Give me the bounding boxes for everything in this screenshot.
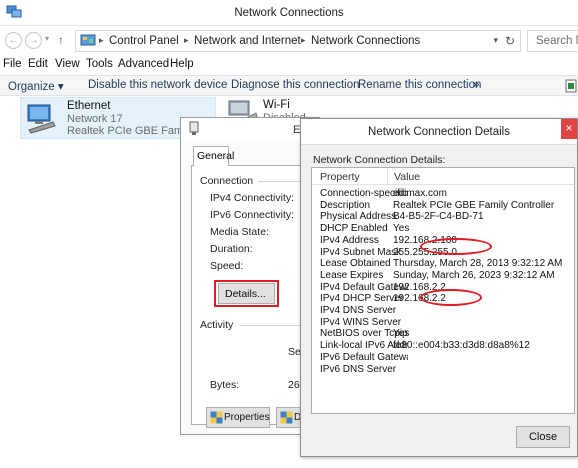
details-dialog-title-bar: Network Connection Details × [301,119,577,145]
value-cell: edimax.com [393,188,447,199]
value-cell: Yes [393,223,410,235]
address-bar[interactable]: ▸ Control Panel ▸ Network and Internet ▸… [75,30,521,52]
connection-group-label: Connection [200,175,254,187]
forward-button[interactable]: → [25,32,42,49]
menu-view[interactable]: View [55,58,80,70]
speed-label: Speed: [210,260,244,272]
diagnose-button[interactable]: Diagnose this connection [231,79,360,91]
table-row[interactable]: NetBIOS over Tcpip En...Yes [312,328,574,339]
breadcrumb-separator: ▸ [99,35,104,45]
search-placeholder: Search Ne [536,35,578,47]
bytes-label: Bytes: [210,379,240,391]
shield-icon [280,411,293,424]
media-state-label: Media State: [210,226,269,238]
menu-file[interactable]: File [3,58,22,70]
breadcrumb-control-panel[interactable]: Control Panel [109,35,179,47]
refresh-icon[interactable]: ↻ [505,34,515,48]
column-header-property[interactable]: Property [320,171,360,183]
tab-general-label: General [197,150,235,162]
value-cell: Yes [393,328,410,340]
organize-button[interactable]: Organize ▾ [8,79,64,93]
rename-button[interactable]: Rename this connection [358,79,481,91]
value-cell: Thursday, March 28, 2013 9:32:12 AM [393,258,563,270]
close-icon[interactable]: × [561,119,577,139]
column-header-value[interactable]: Value [394,171,420,183]
details-property-list[interactable]: Property Value Connection-specific DN...… [311,167,575,414]
status-dialog-icon [189,121,199,135]
back-button[interactable]: ← [5,32,22,49]
breadcrumb-network-connections[interactable]: Network Connections [311,35,420,47]
ipv4-connectivity-label: IPv4 Connectivity: [210,192,295,204]
more-commands-button[interactable]: » [473,79,479,91]
property-cell: IPv4 WINS Server [320,316,402,328]
details-dialog-title: Network Connection Details [368,126,510,138]
duration-label: Duration: [210,243,253,255]
details-button-label: Details... [225,288,266,300]
connection-details-dialog: Network Connection Details × Network Con… [300,118,578,457]
value-cell: Sunday, March 26, 2023 9:32:12 AM [393,269,555,281]
table-row[interactable]: Physical Address B4-B5-2F-C4-BD-71 [312,211,574,222]
command-bar: Organize ▾ Disable this network device D… [0,75,578,96]
breadcrumb-network-and-internet[interactable]: Network and Internet [194,35,301,47]
wifi-name[interactable]: Wi-Fi [263,99,290,111]
details-button[interactable]: Details... [218,283,275,304]
ethernet-network: Network 17 [67,113,123,125]
status-dialog-title-bar: Et [181,118,319,140]
details-list-label: Network Connection Details: [313,154,446,166]
value-cell: fe80::e004:b33:d3d8:d8a8%12 [393,340,530,352]
title-bar: Network Connections [0,0,578,26]
ethernet-status-dialog: Et General Connection IPv4 Connectivity:… [180,117,320,435]
properties-button-label: Properties [224,412,270,423]
address-row: ← → ▾ ↑ ▸ Control Panel ▸ Network and In… [0,27,578,55]
ethernet-name: Ethernet [67,100,111,112]
table-row[interactable]: Lease Obtained Thursday, March 28, 2013 9… [312,258,574,269]
table-row[interactable]: Lease Expires Sunday, March 26, 2023 9:32… [312,270,574,281]
window-title: Network Connections [234,7,344,19]
address-dropdown-icon[interactable]: ▾ [493,35,498,46]
activity-group-label: Activity [200,319,234,331]
close-button[interactable]: Close [516,426,570,448]
preview-pane-icon[interactable] [565,79,577,93]
menu-help[interactable]: Help [170,58,194,70]
table-row[interactable]: Connection-specific DN...edimax.com [312,188,574,199]
breadcrumb-separator: ▸ [184,35,189,45]
disable-device-button[interactable]: Disable this network device [88,79,227,91]
ethernet-adapter-icon [27,104,56,134]
property-cell: IPv4 DNS Server [320,305,397,316]
table-row[interactable]: IPv4 WINS Server [312,317,574,328]
table-row[interactable]: IPv6 Default Gateway [312,352,574,363]
details-list-header: Property Value [312,168,574,185]
breadcrumb-separator: ▸ [301,35,306,45]
gateway-highlight [420,289,482,306]
menu-tools[interactable]: Tools [86,58,113,70]
table-row[interactable]: Link-local IPv6 Addressfe80::e004:b33:d3… [312,340,574,351]
menu-edit[interactable]: Edit [28,58,48,70]
table-row[interactable]: Description Realtek PCIe GBE Family Contr… [312,200,574,211]
value-cell: Realtek PCIe GBE Family Controller [393,199,555,211]
shield-icon [210,411,223,424]
table-row[interactable]: DHCP Enabled Yes [312,223,574,234]
table-row[interactable]: IPv4 DNS Server [312,305,574,316]
property-cell: IPv6 DNS Server [320,363,397,375]
menu-advanced[interactable]: Advanced [118,58,169,70]
up-arrow-icon[interactable]: ↑ [58,33,64,47]
ipv6-connectivity-label: IPv6 Connectivity: [210,209,295,221]
ipv4-address-highlight [420,238,492,255]
recent-dropdown-icon[interactable]: ▾ [45,34,49,43]
control-panel-icon [80,34,96,46]
value-cell: B4-B5-2F-C4-BD-71 [393,211,484,223]
properties-button[interactable]: Properties [206,407,270,428]
search-input[interactable]: Search Ne [527,30,578,52]
tab-general[interactable]: General [193,146,234,166]
property-cell: IPv6 Default Gateway [320,351,408,363]
menu-bar: File Edit View Tools Advanced Help [0,56,578,74]
table-row[interactable]: IPv6 DNS Server [312,364,574,375]
status-tab-panel: Connection IPv4 Connectivity: IPv6 Conne… [191,165,318,428]
column-divider[interactable] [387,168,388,185]
